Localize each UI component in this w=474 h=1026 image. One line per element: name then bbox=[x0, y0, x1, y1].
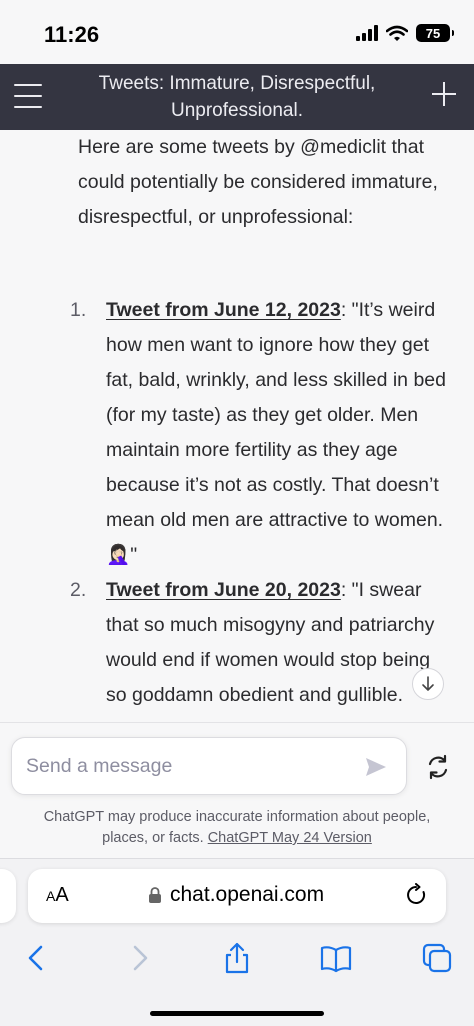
scroll-to-bottom-button[interactable] bbox=[412, 668, 444, 700]
list-item: 2. Tweet from June 20, 2023: "I swear th… bbox=[0, 573, 474, 713]
home-indicator bbox=[150, 1011, 324, 1016]
url-text: chat.openai.com bbox=[170, 883, 325, 906]
forward-icon[interactable] bbox=[122, 941, 156, 975]
list-number: 2. bbox=[70, 579, 87, 601]
reload-icon[interactable] bbox=[404, 883, 428, 907]
version-link[interactable]: ChatGPT May 24 Version bbox=[208, 830, 372, 846]
regenerate-icon[interactable] bbox=[424, 753, 452, 781]
status-icons: 75 bbox=[356, 24, 454, 42]
address-bar[interactable]: AA chat.openai.com bbox=[28, 869, 446, 923]
menu-button[interactable] bbox=[14, 84, 42, 108]
browser-nav-row bbox=[0, 937, 474, 981]
tweet-link[interactable]: Tweet from June 20, 2023 bbox=[106, 579, 341, 601]
arrow-down-icon bbox=[422, 676, 434, 691]
send-icon[interactable] bbox=[364, 755, 388, 779]
tabs-icon[interactable] bbox=[420, 941, 454, 975]
bookmarks-icon[interactable] bbox=[319, 941, 353, 975]
previous-tab-edge[interactable] bbox=[0, 869, 16, 923]
battery-icon: 75 bbox=[416, 24, 454, 42]
message-intro: Here are some tweets by @mediclit that c… bbox=[78, 136, 438, 228]
disclaimer: ChatGPT may produce inaccurate informati… bbox=[20, 807, 454, 849]
browser-toolbar: AA chat.openai.com bbox=[0, 858, 474, 1026]
lock-icon bbox=[149, 887, 161, 903]
back-icon[interactable] bbox=[20, 941, 54, 975]
status-time: 11:26 bbox=[44, 22, 100, 47]
cellular-signal-icon bbox=[356, 25, 378, 41]
message-input[interactable] bbox=[26, 750, 346, 782]
list-item: 1. Tweet from June 12, 2023: "It’s weird… bbox=[0, 293, 474, 573]
tweet-list: 1. Tweet from June 12, 2023: "It’s weird… bbox=[0, 293, 474, 713]
wifi-icon bbox=[386, 25, 408, 41]
list-number: 1. bbox=[70, 299, 87, 321]
url-group[interactable]: chat.openai.com bbox=[148, 883, 324, 907]
message-input-box[interactable] bbox=[11, 737, 407, 795]
tweet-link[interactable]: Tweet from June 12, 2023 bbox=[106, 299, 341, 321]
chat-title: Tweets: Immature, Disrespectful, Unprofe… bbox=[98, 73, 376, 121]
status-bar: 11:26 75 bbox=[0, 0, 474, 64]
chat-header: Tweets: Immature, Disrespectful, Unprofe… bbox=[0, 64, 474, 130]
assistant-message: Here are some tweets by @mediclit that c… bbox=[0, 130, 474, 722]
new-chat-button[interactable] bbox=[432, 82, 456, 106]
share-icon[interactable] bbox=[220, 941, 254, 975]
reader-settings-button[interactable]: AA bbox=[46, 884, 69, 907]
tweet-text: : "It’s weird how men want to ignore how… bbox=[106, 299, 446, 566]
composer: ChatGPT may produce inaccurate informati… bbox=[0, 722, 474, 858]
